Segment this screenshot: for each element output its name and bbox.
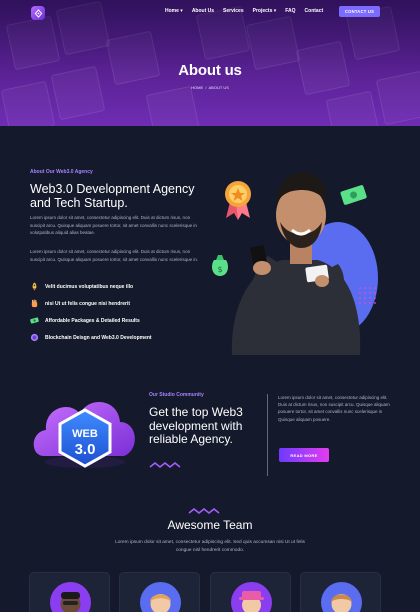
nav-projects[interactable]: Projects ▾ [253, 8, 277, 14]
team-card[interactable] [29, 572, 110, 612]
page-title: About us [178, 62, 242, 79]
team-card[interactable] [119, 572, 200, 612]
breadcrumb-separator: / [205, 85, 207, 90]
studio-eyebrow: Our Studio Community [149, 392, 204, 398]
about-heading: Web3.0 Development Agency and Tech Start… [30, 182, 195, 210]
studio-paragraph: Lorem ipsum dolor sit amet, consectetur … [278, 395, 390, 422]
hero-banner: Home ▾ About Us Services Projects ▾ FAQ … [0, 0, 420, 126]
team-title: Awesome Team [167, 518, 253, 532]
feature-item: Velit ducimus voluptatibus neque illo [30, 282, 152, 291]
team-card[interactable] [300, 572, 381, 612]
hand-icon [30, 299, 39, 308]
breadcrumb: HOME / ABOUT US [0, 85, 420, 90]
team-card[interactable] [210, 572, 291, 612]
svg-text:$: $ [217, 265, 222, 274]
feature-item: Affordable Packages & Detailed Results [30, 316, 152, 325]
studio-heading: Get the top Web3 development with reliab… [149, 405, 243, 446]
feature-item: nisi Ut ut felis congue nisi hendrerit [30, 299, 152, 308]
about-paragraph-2: Lorem ipsum dolor sit amet, consectetur … [30, 249, 199, 262]
squiggle-decoration [149, 456, 181, 474]
about-paragraph-1: Lorem ipsum dolor sit amet, consectetur … [30, 215, 197, 235]
about-eyebrow: About Our Web3.0 Agency [30, 169, 93, 175]
feature-list: Velit ducimus voluptatibus neque illo ni… [30, 282, 152, 350]
avatar [140, 582, 181, 612]
top-navigation: Home ▾ About Us Services Projects ▾ FAQ … [0, 6, 420, 20]
coin-icon [30, 333, 39, 342]
contact-us-button[interactable]: CONTACT US [339, 6, 380, 17]
avatar [321, 582, 362, 612]
avatar [50, 582, 91, 612]
money-icon [30, 316, 39, 325]
nav-home[interactable]: Home ▾ [165, 8, 183, 14]
studio-section: WEB 3.0 Our Studio Community Get the top… [0, 370, 420, 490]
avatar [231, 582, 272, 612]
nav-services[interactable]: Services [223, 8, 244, 14]
nav-faq[interactable]: FAQ [285, 8, 295, 14]
nav-about-us[interactable]: About Us [192, 8, 214, 14]
vertical-divider [267, 394, 268, 476]
breadcrumb-home[interactable]: HOME [191, 85, 203, 90]
breadcrumb-current: ABOUT US [208, 85, 229, 90]
svg-text:WEB: WEB [72, 428, 98, 440]
team-description: Lorem ipsum dolor sit amet, consectetur … [115, 540, 305, 553]
team-cards [29, 572, 391, 612]
feature-item: Blockchain Deisgn and Web3.0 Development [30, 333, 152, 342]
web3-badge-illustration: WEB 3.0 [30, 384, 140, 479]
hero-person-illustration: $ [210, 160, 390, 355]
nav-contact[interactable]: Contact [305, 8, 324, 14]
logo-icon[interactable] [31, 6, 45, 20]
read-more-button[interactable]: READ MORE [279, 448, 329, 462]
svg-text:3.0: 3.0 [75, 441, 96, 458]
rocket-icon [30, 282, 39, 291]
